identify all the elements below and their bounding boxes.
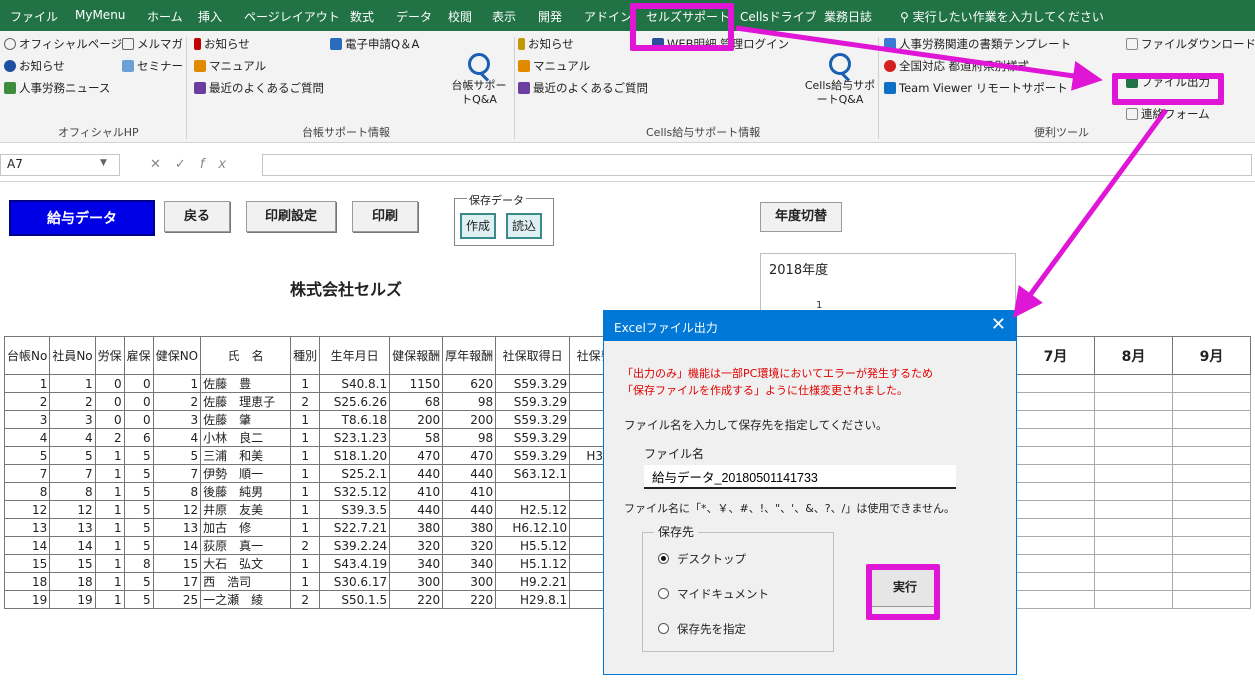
arrow-file-output-to-dialog	[1013, 108, 1169, 319]
annotation-arrows	[735, 25, 1169, 319]
arrow-tab-to-file-output	[735, 25, 1103, 91]
